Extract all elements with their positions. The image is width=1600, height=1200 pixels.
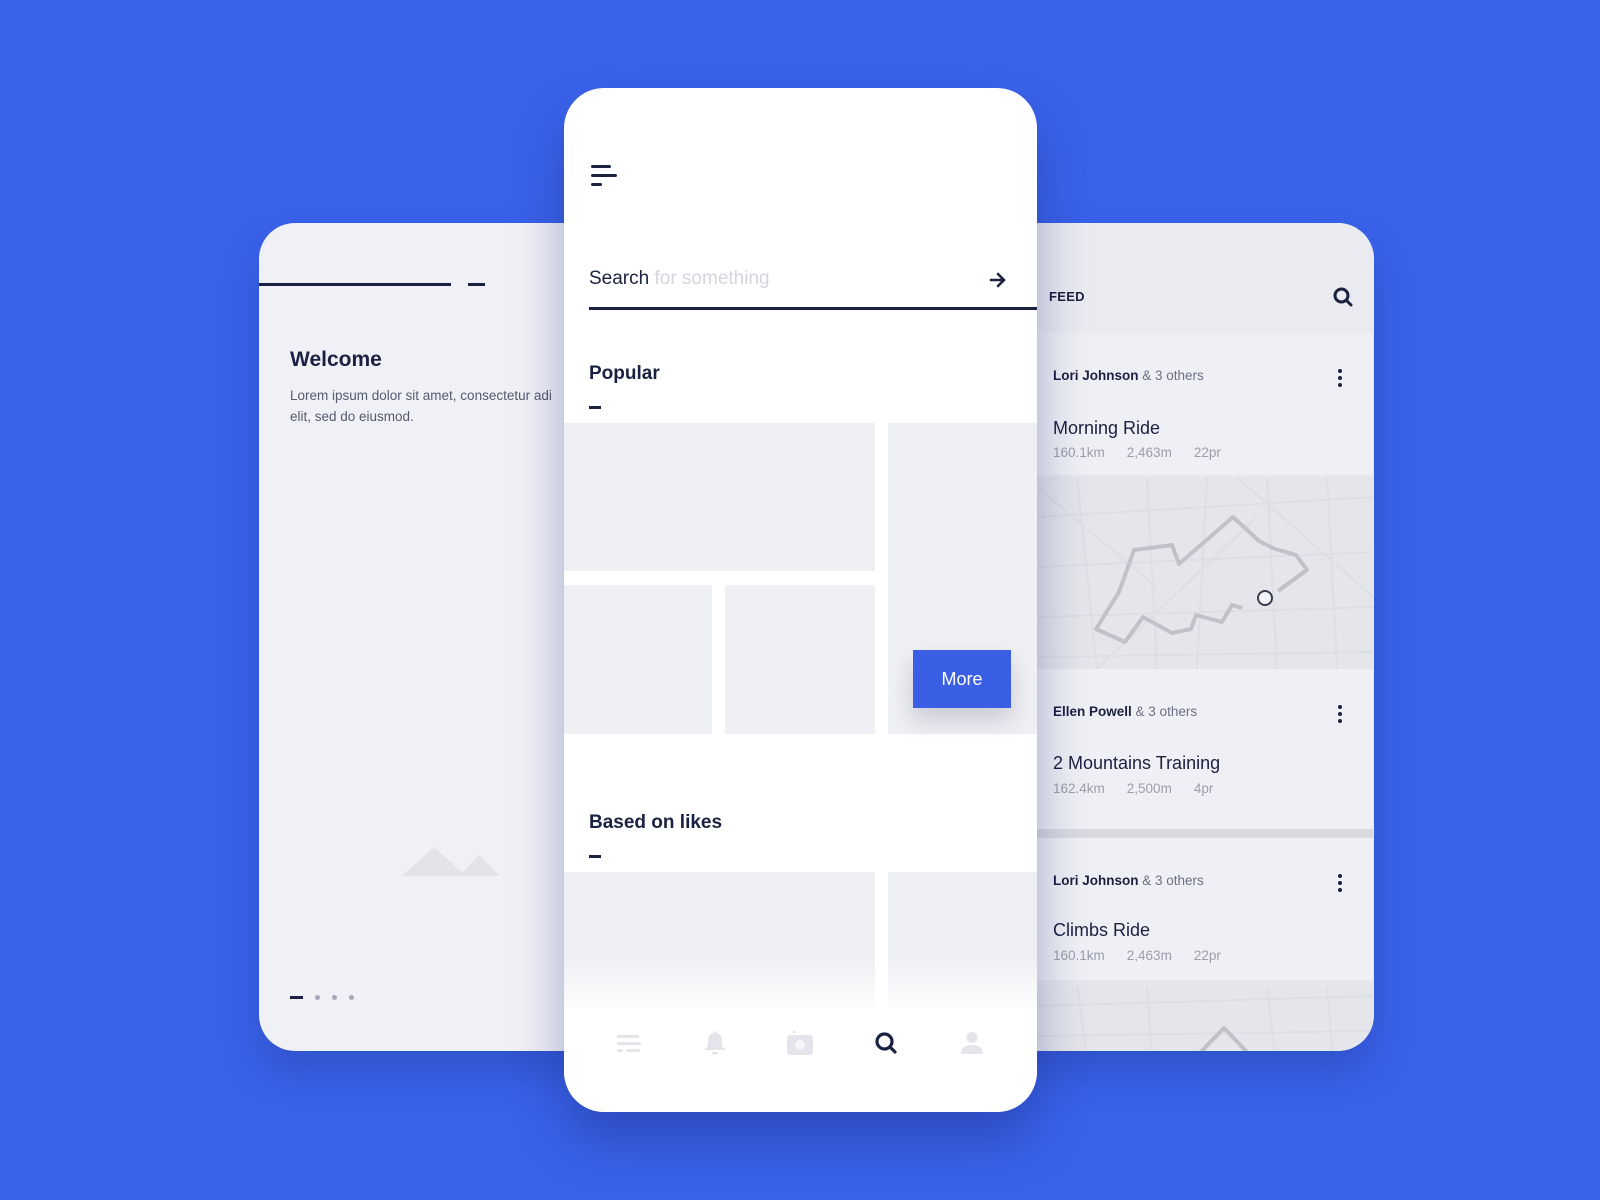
user-name[interactable]: Lori Johnson — [1053, 368, 1139, 383]
feed-card: FEED Lori Johnson & 3 others Morning Rid… — [1010, 223, 1374, 1051]
welcome-title: Welcome — [290, 348, 382, 371]
bell-icon — [703, 1031, 726, 1055]
prs: 22pr — [1193, 445, 1221, 460]
user-name[interactable]: Lori Johnson — [1053, 873, 1139, 888]
feed-item-user: Lori Johnson & 3 others — [1053, 368, 1204, 383]
prs: 22pr — [1193, 948, 1221, 963]
user-icon — [961, 1032, 984, 1054]
arrow-right-icon[interactable] — [989, 271, 1007, 289]
tab-notifications[interactable] — [700, 1028, 730, 1058]
distance: 162.4km — [1053, 781, 1105, 796]
popular-tile[interactable] — [564, 585, 712, 734]
search-input[interactable]: Search for something — [589, 268, 989, 290]
others-count: & 3 others — [1142, 368, 1204, 383]
route-map-graphic — [1037, 986, 1373, 1051]
pager-dot-active[interactable] — [290, 996, 303, 999]
popular-tile[interactable] — [725, 585, 875, 734]
feed-item-user: Ellen Powell & 3 others — [1053, 704, 1197, 719]
feed-item[interactable]: Lori Johnson & 3 others Climbs Ride 160.… — [1037, 838, 1373, 980]
welcome-card: Welcome Lorem ipsum dolor sit amet, cons… — [259, 223, 579, 1051]
search-icon[interactable] — [1332, 286, 1354, 308]
route-map[interactable] — [1037, 986, 1373, 1051]
welcome-text: Lorem ipsum dolor sit amet, consectetur … — [290, 385, 579, 427]
distance: 160.1km — [1053, 948, 1105, 963]
feed-item-user: Lori Johnson & 3 others — [1053, 873, 1204, 888]
search-underline — [589, 307, 1037, 310]
more-options-icon[interactable] — [1337, 705, 1343, 723]
camera-icon — [787, 1031, 814, 1055]
prs: 4pr — [1193, 781, 1214, 796]
progress-dash — [468, 283, 485, 286]
route-line — [1199, 1026, 1249, 1051]
tab-profile[interactable] — [957, 1028, 987, 1058]
feed-item[interactable]: Ellen Powell & 3 others 2 Mountains Trai… — [1037, 669, 1373, 829]
mountain-placeholder-icon — [402, 847, 500, 876]
ride-title: 2 Mountains Training — [1053, 753, 1221, 773]
welcome-text-line: Lorem ipsum dolor sit amet, consectetur … — [290, 388, 552, 403]
section-title-popular: Popular — [589, 363, 660, 384]
tab-bar — [564, 1008, 1037, 1078]
menu-icon[interactable] — [591, 165, 617, 191]
others-count: & 3 others — [1142, 873, 1204, 888]
elevation: 2,463m — [1126, 948, 1172, 963]
pager — [290, 995, 354, 1000]
feed-divider — [1037, 829, 1373, 838]
section-title-based-on-likes: Based on likes — [589, 812, 723, 833]
ride-title: Morning Ride — [1053, 418, 1161, 438]
feed-item[interactable]: Lori Johnson & 3 others Morning Ride 160… — [1037, 333, 1373, 475]
others-count: & 3 others — [1135, 704, 1198, 719]
ride-stats: 160.1km 2,463m 22pr — [1053, 948, 1221, 963]
ride-title: Climbs Ride — [1053, 920, 1151, 940]
progress-line — [259, 283, 451, 286]
pager-dot[interactable] — [332, 995, 337, 1000]
tab-search[interactable] — [871, 1028, 901, 1058]
search-value: Search — [589, 268, 650, 289]
search-bar: Search for something — [589, 268, 1037, 298]
popular-tile[interactable] — [564, 423, 875, 571]
more-options-icon[interactable] — [1337, 369, 1343, 387]
search-screen: Search for something Popular More Based … — [564, 88, 1037, 1112]
search-icon — [875, 1032, 897, 1054]
feed-header: FEED — [1010, 223, 1374, 333]
route-map[interactable] — [1037, 477, 1373, 669]
pager-dot[interactable] — [315, 995, 320, 1000]
more-button[interactable]: More — [913, 650, 1011, 708]
tab-feed[interactable] — [614, 1028, 644, 1058]
distance: 160.1km — [1053, 445, 1105, 460]
section-dash — [589, 406, 601, 409]
route-map-graphic — [1037, 477, 1373, 669]
welcome-text-line: elit, sed do eiusmod. — [290, 409, 414, 424]
feed-title: FEED — [1049, 289, 1085, 304]
pager-dot[interactable] — [349, 995, 354, 1000]
ride-stats: 162.4km 2,500m 4pr — [1053, 781, 1213, 796]
section-dash — [589, 855, 601, 858]
search-placeholder: for something — [654, 268, 770, 289]
elevation: 2,463m — [1126, 445, 1172, 460]
ride-stats: 160.1km 2,463m 22pr — [1053, 445, 1221, 460]
user-name[interactable]: Ellen Powell — [1053, 704, 1132, 719]
elevation: 2,500m — [1126, 781, 1172, 796]
route-position-marker — [1257, 590, 1273, 606]
tab-camera[interactable] — [785, 1028, 815, 1058]
more-options-icon[interactable] — [1337, 874, 1343, 892]
list-icon — [616, 1035, 641, 1052]
